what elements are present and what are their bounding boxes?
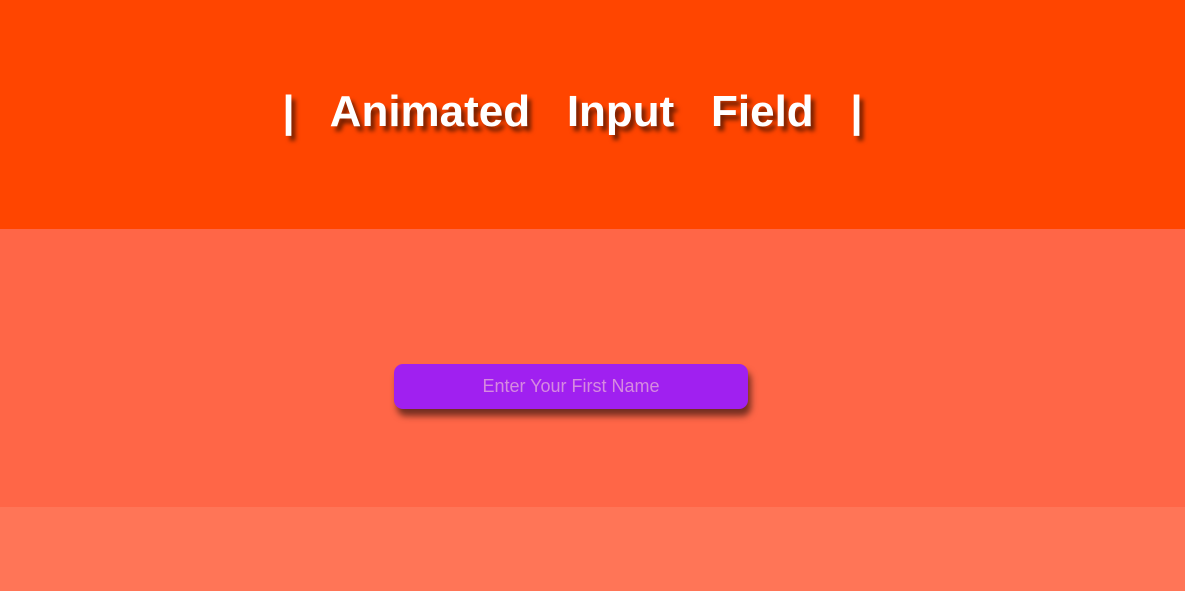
- first-name-input[interactable]: [394, 364, 748, 409]
- page-title: | Animated Input Field |: [282, 87, 863, 136]
- footer-band: [0, 507, 1185, 591]
- header-band: | Animated Input Field |: [0, 0, 1185, 229]
